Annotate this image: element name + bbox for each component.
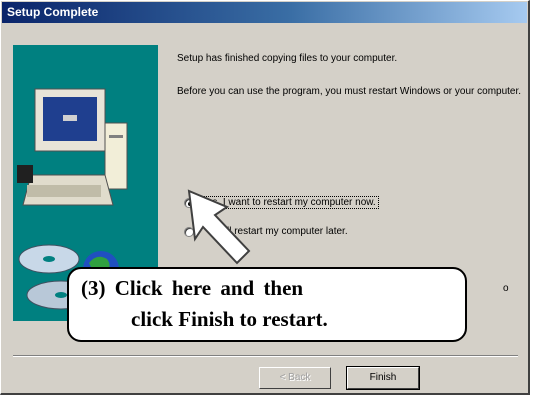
- pointer-arrow-icon: [187, 189, 251, 265]
- restart-instruction-text: Before you can use the program, you must…: [177, 86, 522, 97]
- instruction-callout: (3) Click here and then click Finish to …: [67, 267, 467, 342]
- back-button[interactable]: < Back: [259, 367, 331, 389]
- setup-complete-dialog: Setup Complete Setup has finished copyin…: [0, 0, 530, 395]
- window-title: Setup Complete: [2, 2, 527, 23]
- finish-button[interactable]: Finish: [346, 366, 420, 390]
- setup-finished-text: Setup has finished copying files to your…: [177, 53, 398, 64]
- obscured-text-fragment: o: [503, 283, 509, 294]
- callout-line-2: click Finish to restart.: [131, 307, 328, 331]
- button-separator: [13, 355, 518, 357]
- callout-line-1: (3) Click here and then: [81, 276, 304, 300]
